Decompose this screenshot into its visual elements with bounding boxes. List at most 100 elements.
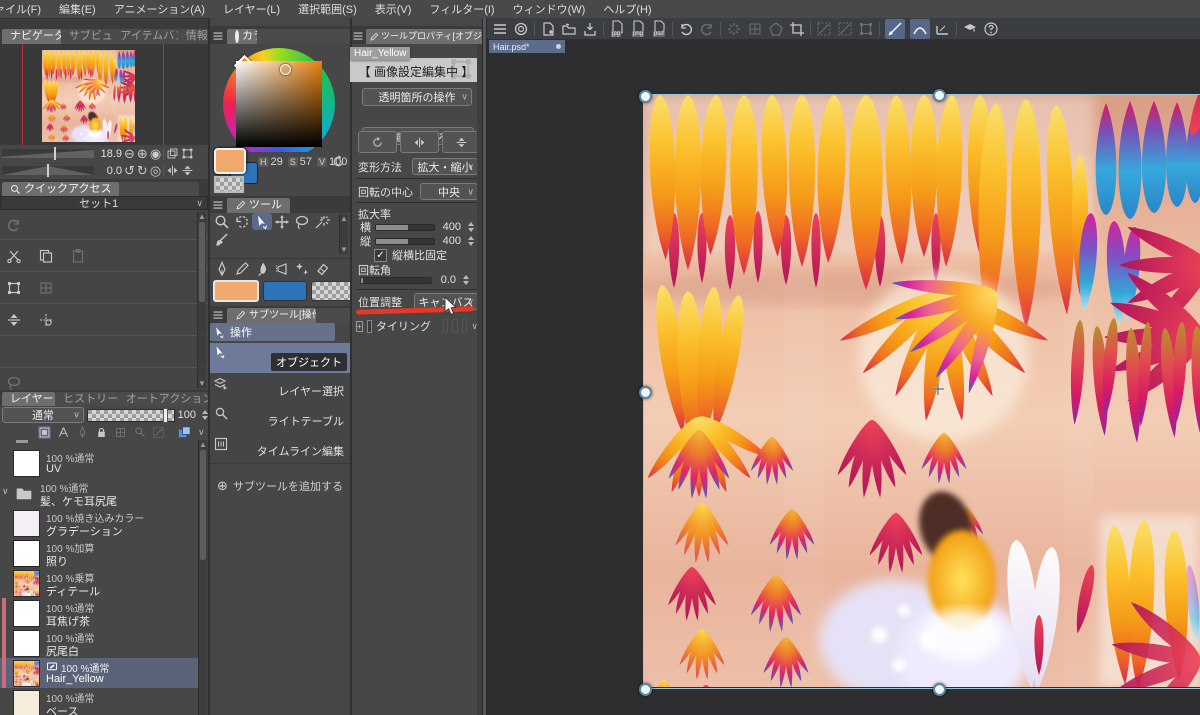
draft-icon[interactable] — [76, 426, 89, 439]
menu-file[interactable]: ファイル(F) — [0, 1, 50, 17]
tab-layer[interactable]: レイヤー — [2, 392, 56, 406]
document-tab[interactable]: Hair.psd* — [489, 40, 565, 53]
layer-list-scrollbar[interactable]: ▲ — [198, 440, 207, 715]
rotation-angle-slider[interactable] — [360, 276, 432, 284]
rotate-ccw-button[interactable]: ↺ — [124, 164, 135, 177]
tool-pen[interactable] — [212, 261, 232, 278]
tab-subtool[interactable]: サブツール[操作] — [227, 308, 317, 323]
rotate-cw-button[interactable]: ↻ — [137, 164, 148, 177]
undo-icon[interactable] — [678, 21, 694, 37]
tool-panel-menu-icon[interactable] — [212, 199, 224, 211]
rotation-center-select[interactable]: 中央 ∨ — [420, 183, 478, 200]
lasso-action-icon[interactable] — [6, 375, 22, 391]
flip-horizontal-button[interactable] — [400, 131, 439, 153]
layer-row-hair-yellow[interactable]: 100 %通常 Hair_Yellow — [0, 658, 199, 689]
tab-color-mixing[interactable] — [303, 29, 328, 44]
transparent-ops-select[interactable]: 透明箇所の操作 ∨ — [362, 88, 472, 106]
zoom-slider[interactable] — [2, 147, 94, 160]
canvas-artwork[interactable] — [644, 95, 1200, 687]
tool-eraser[interactable] — [312, 261, 332, 278]
zoom-100-button[interactable]: ◉ — [150, 147, 161, 160]
help-icon[interactable] — [983, 21, 999, 37]
open-file-icon[interactable] — [561, 21, 577, 37]
move-point-icon[interactable] — [38, 312, 54, 328]
save-icon[interactable] — [582, 21, 598, 37]
tool-operation-selected[interactable] — [252, 213, 272, 230]
tab-color-set[interactable] — [280, 29, 304, 44]
main-color-chip[interactable] — [213, 280, 259, 302]
tab-auto-action[interactable]: オートアクション — [117, 392, 208, 406]
handle-bottom-center[interactable] — [933, 683, 946, 696]
sv-marker[interactable] — [280, 64, 291, 75]
deselect-icon[interactable] — [816, 21, 832, 37]
refresh-icon[interactable] — [726, 21, 742, 37]
tiling-mode-3-icon[interactable] — [461, 319, 468, 333]
menu-animation[interactable]: アニメーション(A) — [105, 1, 214, 17]
handle-top-left[interactable] — [639, 90, 652, 103]
add-subtool-button[interactable]: ⊕ サブツールを追加する — [210, 478, 350, 494]
sub-color-chip[interactable] — [263, 281, 307, 301]
tool-airbrush[interactable] — [272, 261, 292, 278]
subtool-panel-menu-icon[interactable] — [212, 309, 224, 321]
mesh-transform-icon[interactable] — [38, 280, 54, 296]
menu-selection[interactable]: 選択範囲(S) — [289, 1, 366, 17]
scale-v-spinner[interactable] — [468, 236, 474, 246]
tool-scrollbar[interactable]: ▲ ▼ — [339, 214, 348, 254]
tab-material-2[interactable] — [159, 182, 200, 196]
export-png-icon[interactable]: png — [630, 19, 646, 38]
canvas-workspace[interactable]: Hair.psd* — [487, 40, 1200, 715]
fit-screen-icon[interactable] — [166, 147, 179, 160]
snap-curve-icon[interactable] — [910, 18, 930, 39]
layer-mask-icon[interactable] — [152, 426, 165, 439]
color-panel-menu-icon[interactable] — [212, 30, 224, 42]
fill-icon[interactable] — [747, 21, 763, 37]
handle-middle-left[interactable] — [639, 386, 652, 399]
tool-property-menu-icon[interactable] — [352, 30, 364, 42]
layer-row-shippo[interactable]: 100 %通常 尻尾白 — [0, 628, 199, 659]
tab-tool-property[interactable]: ツールプロパティ[オブジェクト] — [366, 29, 482, 44]
tool-auto-select[interactable] — [312, 213, 332, 230]
tab-material-1[interactable] — [119, 182, 160, 196]
handle-bottom-left[interactable] — [639, 683, 652, 696]
opacity-slider-handle[interactable] — [162, 407, 168, 423]
layer-row-folder-hair[interactable]: ∨ 100 %通常 髪、ケモ耳尻尾 — [0, 478, 199, 509]
layer-row-detail[interactable]: 100 %乗算 ディテール — [0, 568, 199, 599]
layer-row-mimi[interactable]: 100 %通常 耳焦げ茶 — [0, 598, 199, 629]
rotate-reset-button[interactable]: ◎ — [150, 164, 161, 177]
redo-command-icon[interactable] — [699, 21, 715, 37]
tiling-checkbox[interactable] — [366, 319, 372, 333]
scale-h-slider[interactable] — [375, 223, 435, 231]
menu-window[interactable]: ウィンドウ(W) — [504, 1, 595, 17]
rotation-slider-handle[interactable] — [47, 164, 49, 177]
flip-vertical-action-icon[interactable] — [6, 312, 22, 328]
menu-edit[interactable]: 編集(E) — [50, 1, 105, 17]
tiling-expander[interactable]: + — [356, 320, 363, 332]
fit-window-icon[interactable] — [181, 147, 194, 160]
copy-icon[interactable] — [38, 248, 54, 264]
redo-icon[interactable] — [6, 217, 22, 233]
rotation-angle-spinner[interactable] — [463, 275, 469, 285]
clipping-icon[interactable] — [38, 425, 51, 439]
hamburger-icon[interactable] — [492, 21, 508, 37]
lock-icon[interactable] — [95, 426, 108, 439]
export-jpg-icon[interactable]: jpg — [609, 19, 625, 38]
tab-color-circle[interactable]: カラ — [227, 29, 258, 44]
subtool-item-timeline-edit[interactable]: タイムライン編集 — [210, 433, 350, 464]
layer-row-uv[interactable]: 100 %通常 UV — [0, 448, 199, 479]
tool-zoom[interactable] — [212, 213, 232, 230]
tab-info[interactable]: 情報 — [177, 29, 208, 44]
tool-selection[interactable] — [292, 213, 312, 230]
subtool-item-object[interactable]: オブジェクト — [210, 343, 350, 374]
tiling-mode-1-icon[interactable] — [442, 319, 449, 333]
tab-subview[interactable]: サブビュー — [60, 29, 113, 44]
ruler-icon[interactable] — [133, 426, 146, 439]
opacity-slider[interactable] — [86, 407, 175, 423]
tab-subtool-2[interactable] — [316, 308, 350, 323]
rotation-angle-value[interactable]: 0.0 — [436, 274, 456, 286]
tab-tool[interactable]: ツール — [227, 198, 290, 213]
figure-icon[interactable] — [768, 21, 784, 37]
tab-color-slider[interactable] — [257, 29, 281, 44]
rotation-slider[interactable] — [2, 164, 94, 177]
snap-ruler-icon[interactable] — [885, 18, 905, 39]
layer-row-base[interactable]: 100 %通常 ベース — [0, 688, 199, 715]
